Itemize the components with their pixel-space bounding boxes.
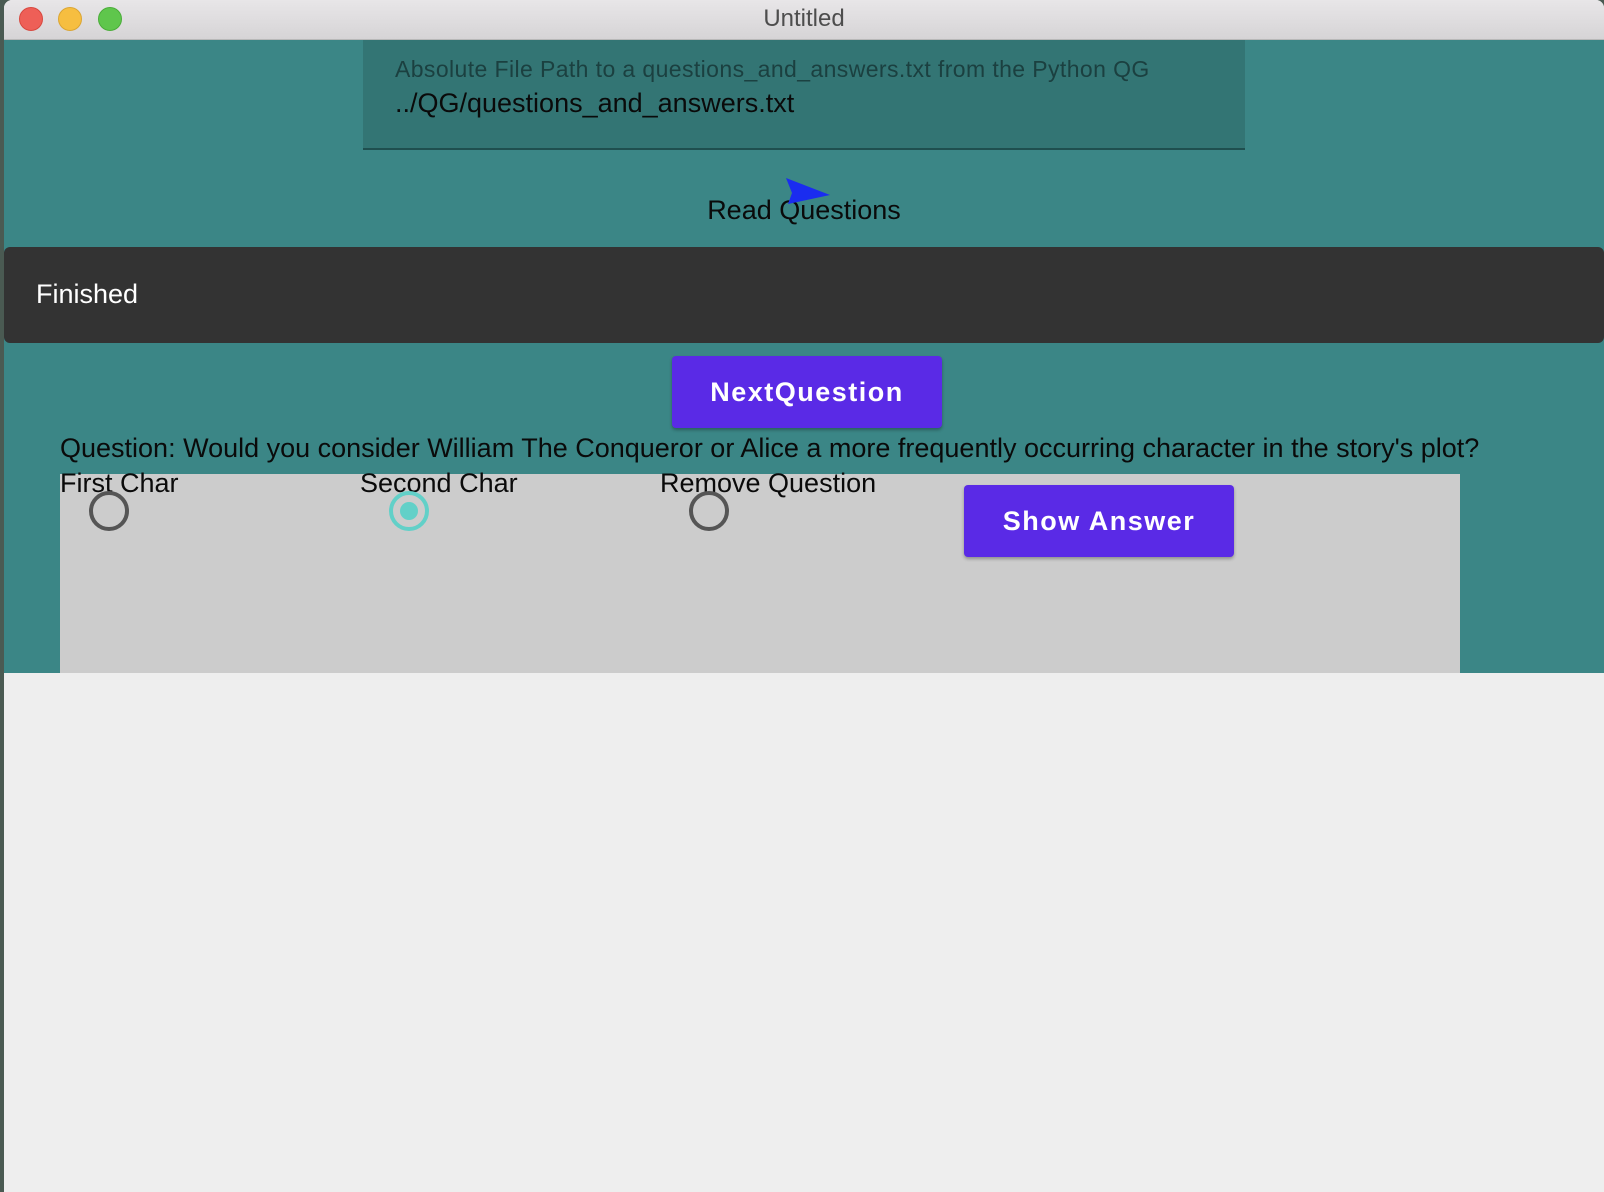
question-text: Question: Would you consider William The… <box>60 433 1480 463</box>
next-question-button[interactable]: NextQuestion <box>672 356 942 428</box>
radio-selected-dot <box>400 502 418 520</box>
show-answer-button[interactable]: Show Answer <box>964 485 1234 557</box>
option-first-char-radio[interactable] <box>89 491 129 531</box>
empty-window-area <box>4 673 1604 1192</box>
snackbar-message: Finished <box>36 279 139 309</box>
status-snackbar: Finished <box>4 247 1604 343</box>
file-path-input[interactable]: Absolute File Path to a questions_and_an… <box>363 40 1245 150</box>
file-path-label: Absolute File Path to a questions_and_an… <box>395 56 1150 82</box>
option-second-char-label: Second Char <box>360 468 518 498</box>
main-content: Absolute File Path to a questions_and_an… <box>4 40 1604 673</box>
option-remove-question-radio[interactable] <box>689 491 729 531</box>
window-title: Untitled <box>763 5 845 32</box>
title-bar: Untitled <box>4 0 1604 40</box>
send-icon <box>786 178 830 204</box>
answer-panel <box>60 474 1460 673</box>
read-questions-button[interactable]: Read Questions <box>604 175 1004 235</box>
option-remove-question-label: Remove Question <box>660 468 877 498</box>
app-window: Untitled Absolute File Path to a questio… <box>4 0 1604 1192</box>
option-second-char-radio[interactable] <box>389 491 429 531</box>
file-path-value[interactable]: ../QG/questions_and_answers.txt <box>395 88 794 119</box>
